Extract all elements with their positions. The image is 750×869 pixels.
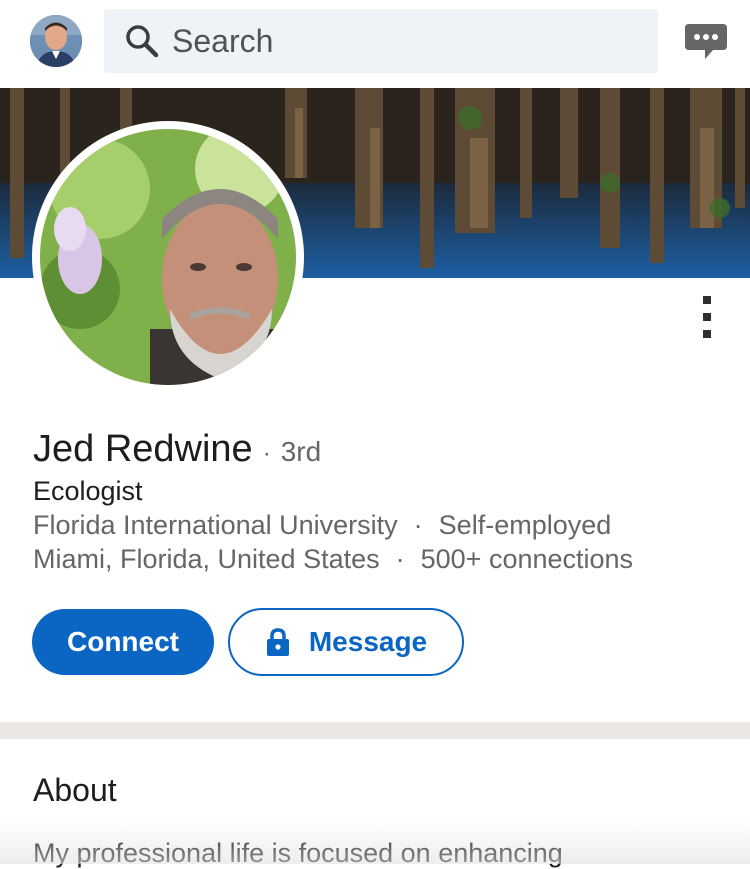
top-bar: Search: [0, 0, 750, 88]
connection-degree: 3rd: [280, 436, 322, 467]
more-options-icon[interactable]: [692, 292, 722, 342]
search-icon: [126, 25, 159, 58]
search-placeholder: Search: [172, 22, 274, 59]
name-row: Jed Redwine · 3rd: [33, 428, 321, 471]
dot-separator: ·: [395, 544, 405, 574]
connect-button[interactable]: Connect: [32, 609, 214, 675]
messaging-icon[interactable]: [683, 22, 729, 62]
about-text: My professional life is focused on enhan…: [33, 838, 563, 868]
location-text: Miami, Florida, United States: [33, 544, 380, 574]
profile-location-row: Miami, Florida, United States · 500+ conne…: [33, 544, 633, 575]
section-divider: [0, 722, 750, 739]
profile-image: [40, 129, 296, 385]
connections-link[interactable]: 500+ connections: [421, 544, 633, 574]
company-link[interactable]: Self-employed: [439, 510, 612, 540]
education-link[interactable]: Florida International University: [33, 510, 398, 540]
lock-icon: [266, 628, 289, 656]
profile-affiliations: Florida International University · Self-em…: [33, 510, 611, 541]
my-avatar[interactable]: [30, 15, 82, 67]
search-bar[interactable]: Search: [104, 9, 658, 73]
avatar-image: [30, 15, 82, 67]
profile-photo[interactable]: [32, 121, 304, 393]
about-heading: About: [33, 772, 117, 808]
message-button[interactable]: Message: [228, 608, 464, 676]
name-separator: ·: [262, 440, 271, 467]
dot-separator: ·: [413, 510, 423, 540]
message-button-label: Message: [308, 626, 428, 657]
profile-name: Jed Redwine: [33, 428, 253, 470]
connect-button-label: Connect: [67, 626, 179, 657]
profile-headline: Ecologist: [33, 476, 143, 506]
